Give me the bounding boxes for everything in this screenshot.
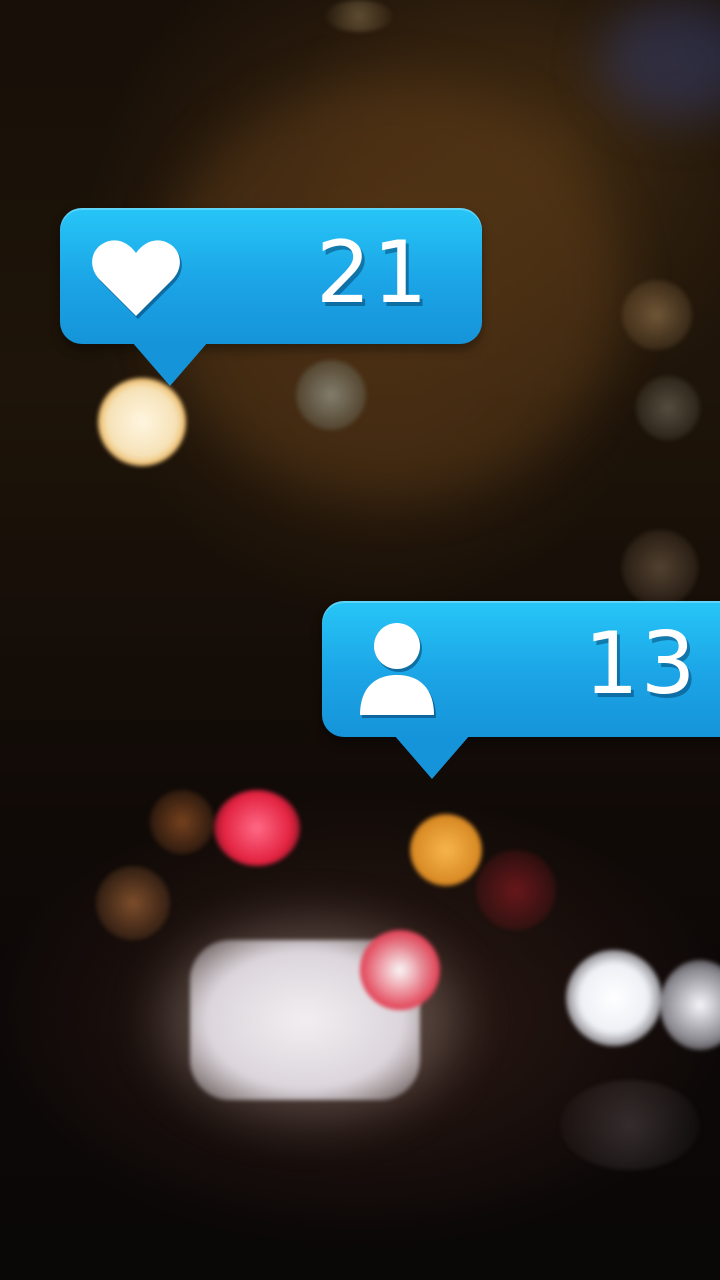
bokeh-haze: [600, 0, 720, 120]
person-icon: [358, 621, 436, 722]
bokeh-light: [476, 850, 556, 930]
bokeh-light: [622, 530, 698, 606]
likes-notification: 21: [60, 208, 482, 386]
bokeh-light: [622, 280, 692, 350]
bokeh-light: [410, 814, 482, 886]
bokeh-light: [326, 0, 392, 32]
bokeh-light: [360, 930, 440, 1010]
bokeh-light: [150, 790, 214, 854]
bokeh-light: [96, 866, 170, 940]
bokeh-light: [636, 376, 700, 440]
bokeh-light: [214, 790, 300, 866]
bokeh-light: [560, 1080, 700, 1170]
followers-notification: 13: [322, 601, 720, 779]
bokeh-background: 21 13: [0, 0, 720, 1280]
bokeh-light: [296, 360, 366, 430]
bokeh-light: [566, 950, 662, 1046]
bokeh-light: [660, 960, 720, 1050]
bokeh-light: [98, 378, 186, 466]
heart-icon: [90, 238, 182, 323]
likes-count: 21: [316, 223, 430, 323]
followers-count: 13: [584, 614, 698, 714]
